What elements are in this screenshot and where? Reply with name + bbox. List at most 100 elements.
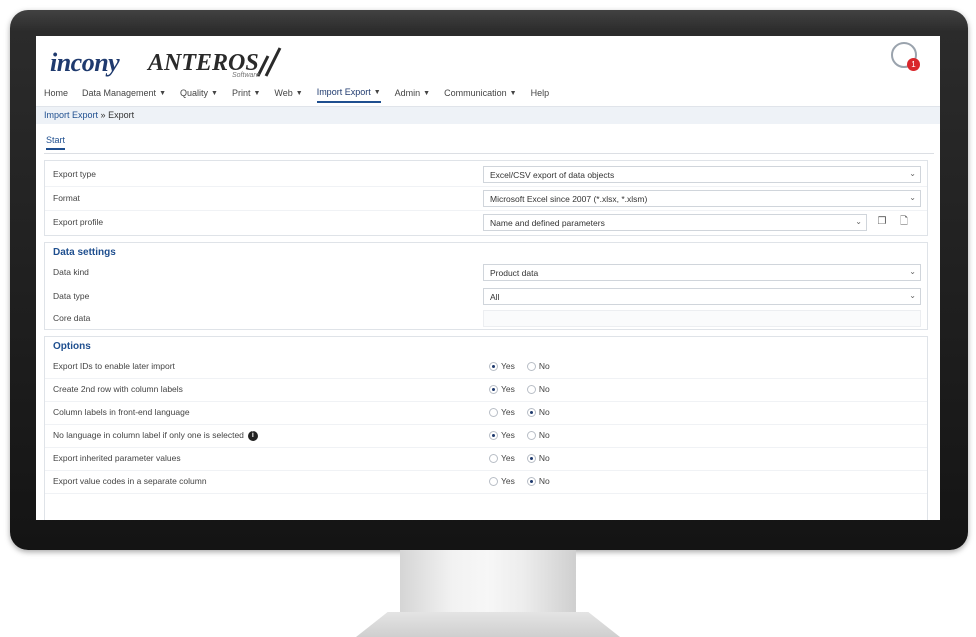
monitor-stand-neck [400,550,576,618]
chevron-down-icon: ⌄ [855,217,862,226]
caret-down-icon: ▼ [509,89,517,97]
option-label: Create 2nd row with column labels [53,384,183,394]
radio-dot-icon [489,407,498,417]
yes-no-radio-group: Yes No [489,430,550,440]
radio-label: Yes [501,407,515,417]
export-profile-row: Export profile Name and defined paramete… [45,211,927,235]
radio-yes[interactable]: Yes [489,453,515,463]
radio-label: Yes [501,430,515,440]
caret-down-icon: ▼ [159,89,166,97]
export-type-select[interactable]: Excel/CSV export of data objects ⌄ [483,166,921,183]
nav-item-admin[interactable]: Admin ▼ [395,87,430,103]
radio-no[interactable]: No [526,361,550,371]
export-profile-select[interactable]: Name and defined parameters ⌄ [483,214,867,231]
radio-dot-icon [489,384,498,394]
breadcrumb-parent[interactable]: Import Export [44,110,98,120]
nav-item-label: Communication [444,88,507,98]
caret-down-icon: ▼ [423,89,431,97]
anteros-logo-sub: Software [232,72,260,79]
data-type-label: Data type [53,291,90,301]
nav-item-label: Print [231,88,251,98]
radio-dot-icon [526,407,536,417]
radio-label: Yes [501,361,515,371]
nav-item-home[interactable]: Home [44,87,68,103]
option-row: Export inherited parameter values Yes No [45,447,927,471]
yes-no-radio-group: Yes No [489,476,550,486]
nav-item-label: Data Management [82,88,157,98]
data-settings-panel: Data settings Data kind Product data ⌄ D… [44,242,928,330]
export-profile-label: Export profile [53,217,104,227]
incony-logo[interactable]: incony [50,48,120,78]
radio-yes[interactable]: Yes [489,384,515,394]
format-label: Format [53,193,80,203]
nav-item-help[interactable]: Help [531,87,550,103]
radio-no[interactable]: No [526,430,550,440]
data-type-select[interactable]: All ⌄ [483,288,921,305]
nav-item-web[interactable]: Web ▼ [274,87,302,103]
data-type-value: All [490,292,500,302]
option-label: Column labels in front-end language [53,407,190,417]
info-icon[interactable]: i [247,430,258,441]
export-type-label: Export type [53,169,96,179]
nav-item-label: Help [530,88,550,98]
radio-yes[interactable]: Yes [489,407,515,417]
radio-label: No [538,453,550,463]
radio-label: Yes [501,384,515,394]
nav-item-data-management[interactable]: Data Management ▼ [82,87,166,103]
option-row: Column labels in front-end language Yes No [45,401,927,425]
yes-no-radio-group: Yes No [489,407,550,417]
option-label-text: Export inherited parameter values [53,453,181,463]
breadcrumb: Import Export » Export [44,110,134,120]
nav-item-label: Quality [180,88,209,98]
monitor-gloss [10,10,968,32]
nav-item-label: Admin [394,88,421,98]
option-label: Export inherited parameter values [53,453,181,463]
breadcrumb-current: Export [108,110,135,120]
breadcrumb-bar: Import Export » Export [36,106,940,124]
copy-profile-icon[interactable]: ❐ [875,215,889,229]
core-data-field[interactable] [483,310,921,327]
nav-item-communication[interactable]: Communication ▼ [444,87,516,103]
option-label: No language in column label if only one … [53,430,258,441]
radio-no[interactable]: No [526,476,550,486]
radio-label: Yes [501,453,515,463]
radio-yes[interactable]: Yes [489,361,515,371]
tab-divider [44,153,934,154]
yes-no-radio-group: Yes No [489,384,550,394]
nav-item-print[interactable]: Print ▼ [232,87,260,103]
option-label-text: Export value codes in a separate column [53,476,207,486]
option-label-text: Export IDs to enable later import [53,361,175,371]
radio-no[interactable]: No [526,453,550,463]
radio-yes[interactable]: Yes [489,430,515,440]
radio-yes[interactable]: Yes [489,476,515,486]
radio-no[interactable]: No [526,407,550,417]
core-data-row: Core data [45,307,927,331]
radio-dot-icon [526,361,536,371]
user-avatar[interactable]: 1 [891,42,920,71]
nav-item-label: Import Export [316,87,371,97]
tab-start[interactable]: Start [46,135,66,150]
radio-no[interactable]: No [526,384,550,394]
chevron-down-icon: ⌄ [909,169,916,178]
option-row: Create 2nd row with column labels Yes No [45,378,927,402]
nav-item-label: Web [274,88,293,98]
format-select[interactable]: Microsoft Excel since 2007 (*.xlsx, *.xl… [483,190,921,207]
format-row: Format Microsoft Excel since 2007 (*.xls… [45,187,927,211]
caret-down-icon: ▼ [211,89,218,97]
delete-profile-icon[interactable]: 🗋 [897,215,911,229]
yes-no-radio-group: Yes No [489,453,550,463]
options-title: Options [53,341,91,352]
radio-dot-icon [489,453,498,463]
yes-no-radio-group: Yes No [489,361,550,371]
options-panel: Options Export IDs to enable later impor… [44,336,928,520]
radio-dot-icon [489,361,498,371]
data-settings-title: Data settings [53,247,116,258]
option-row: No language in column label if only one … [45,424,927,448]
nav-item-quality[interactable]: Quality ▼ [180,87,218,103]
radio-label: No [538,430,550,440]
data-kind-select[interactable]: Product data ⌄ [483,264,921,281]
format-value: Microsoft Excel since 2007 (*.xlsx, *.xl… [490,194,648,204]
main-nav: Home Data Management ▼ Quality ▼ Print ▼ Web ▼ Im… [44,87,549,103]
radio-dot-icon [526,453,536,463]
nav-item-import-export[interactable]: Import Export ▼ [316,87,381,103]
